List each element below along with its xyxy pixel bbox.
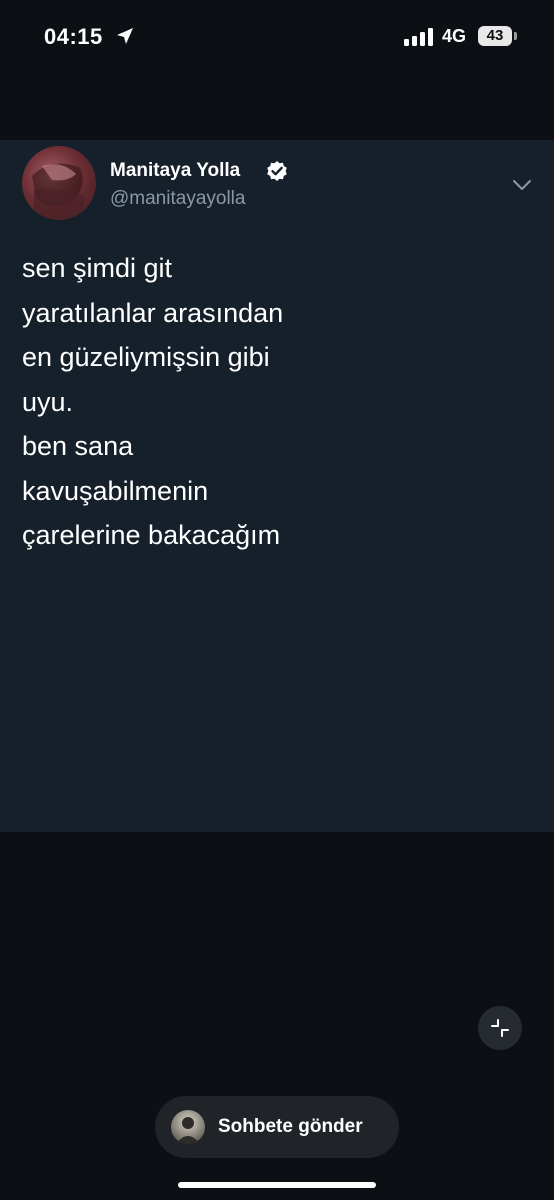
chevron-down-icon[interactable]: [512, 178, 532, 192]
collapse-button[interactable]: [478, 1006, 522, 1050]
status-bar: 04:15 4G 43: [0, 0, 554, 76]
tweet-text: sen şimdi git yaratılanlar arasından en …: [22, 246, 522, 558]
author-avatar[interactable]: [22, 146, 96, 220]
collapse-icon: [491, 1019, 509, 1037]
cellular-signal-icon: [404, 28, 434, 46]
tweet-line: yaratılanlar arasından: [22, 297, 284, 328]
send-to-chat-button[interactable]: Sohbete gönder: [155, 1096, 399, 1158]
tweet-line: ben sana: [22, 431, 134, 461]
send-to-chat-label: Sohbete gönder: [218, 1116, 363, 1137]
battery-icon: [514, 32, 517, 40]
recipient-avatar: [171, 1110, 205, 1144]
network-type: 4G: [442, 26, 467, 46]
verified-badge-icon: [266, 160, 288, 182]
battery-level: 43: [478, 26, 512, 46]
author-handle[interactable]: @manitayayolla: [110, 188, 245, 210]
tweet-line: en güzeliymişsin gibi: [22, 342, 270, 372]
tweet-line: çarelerine bakacağım: [22, 520, 281, 550]
tweet-line: kavuşabilmenin: [22, 475, 209, 506]
location-arrow-icon: [115, 26, 135, 46]
tweet-line: uyu.: [22, 386, 74, 417]
tweet-line: sen şimdi git: [22, 253, 173, 283]
author-name[interactable]: Manitaya Yolla: [110, 160, 240, 182]
status-time: 04:15: [44, 24, 103, 49]
home-indicator[interactable]: [178, 1182, 376, 1188]
